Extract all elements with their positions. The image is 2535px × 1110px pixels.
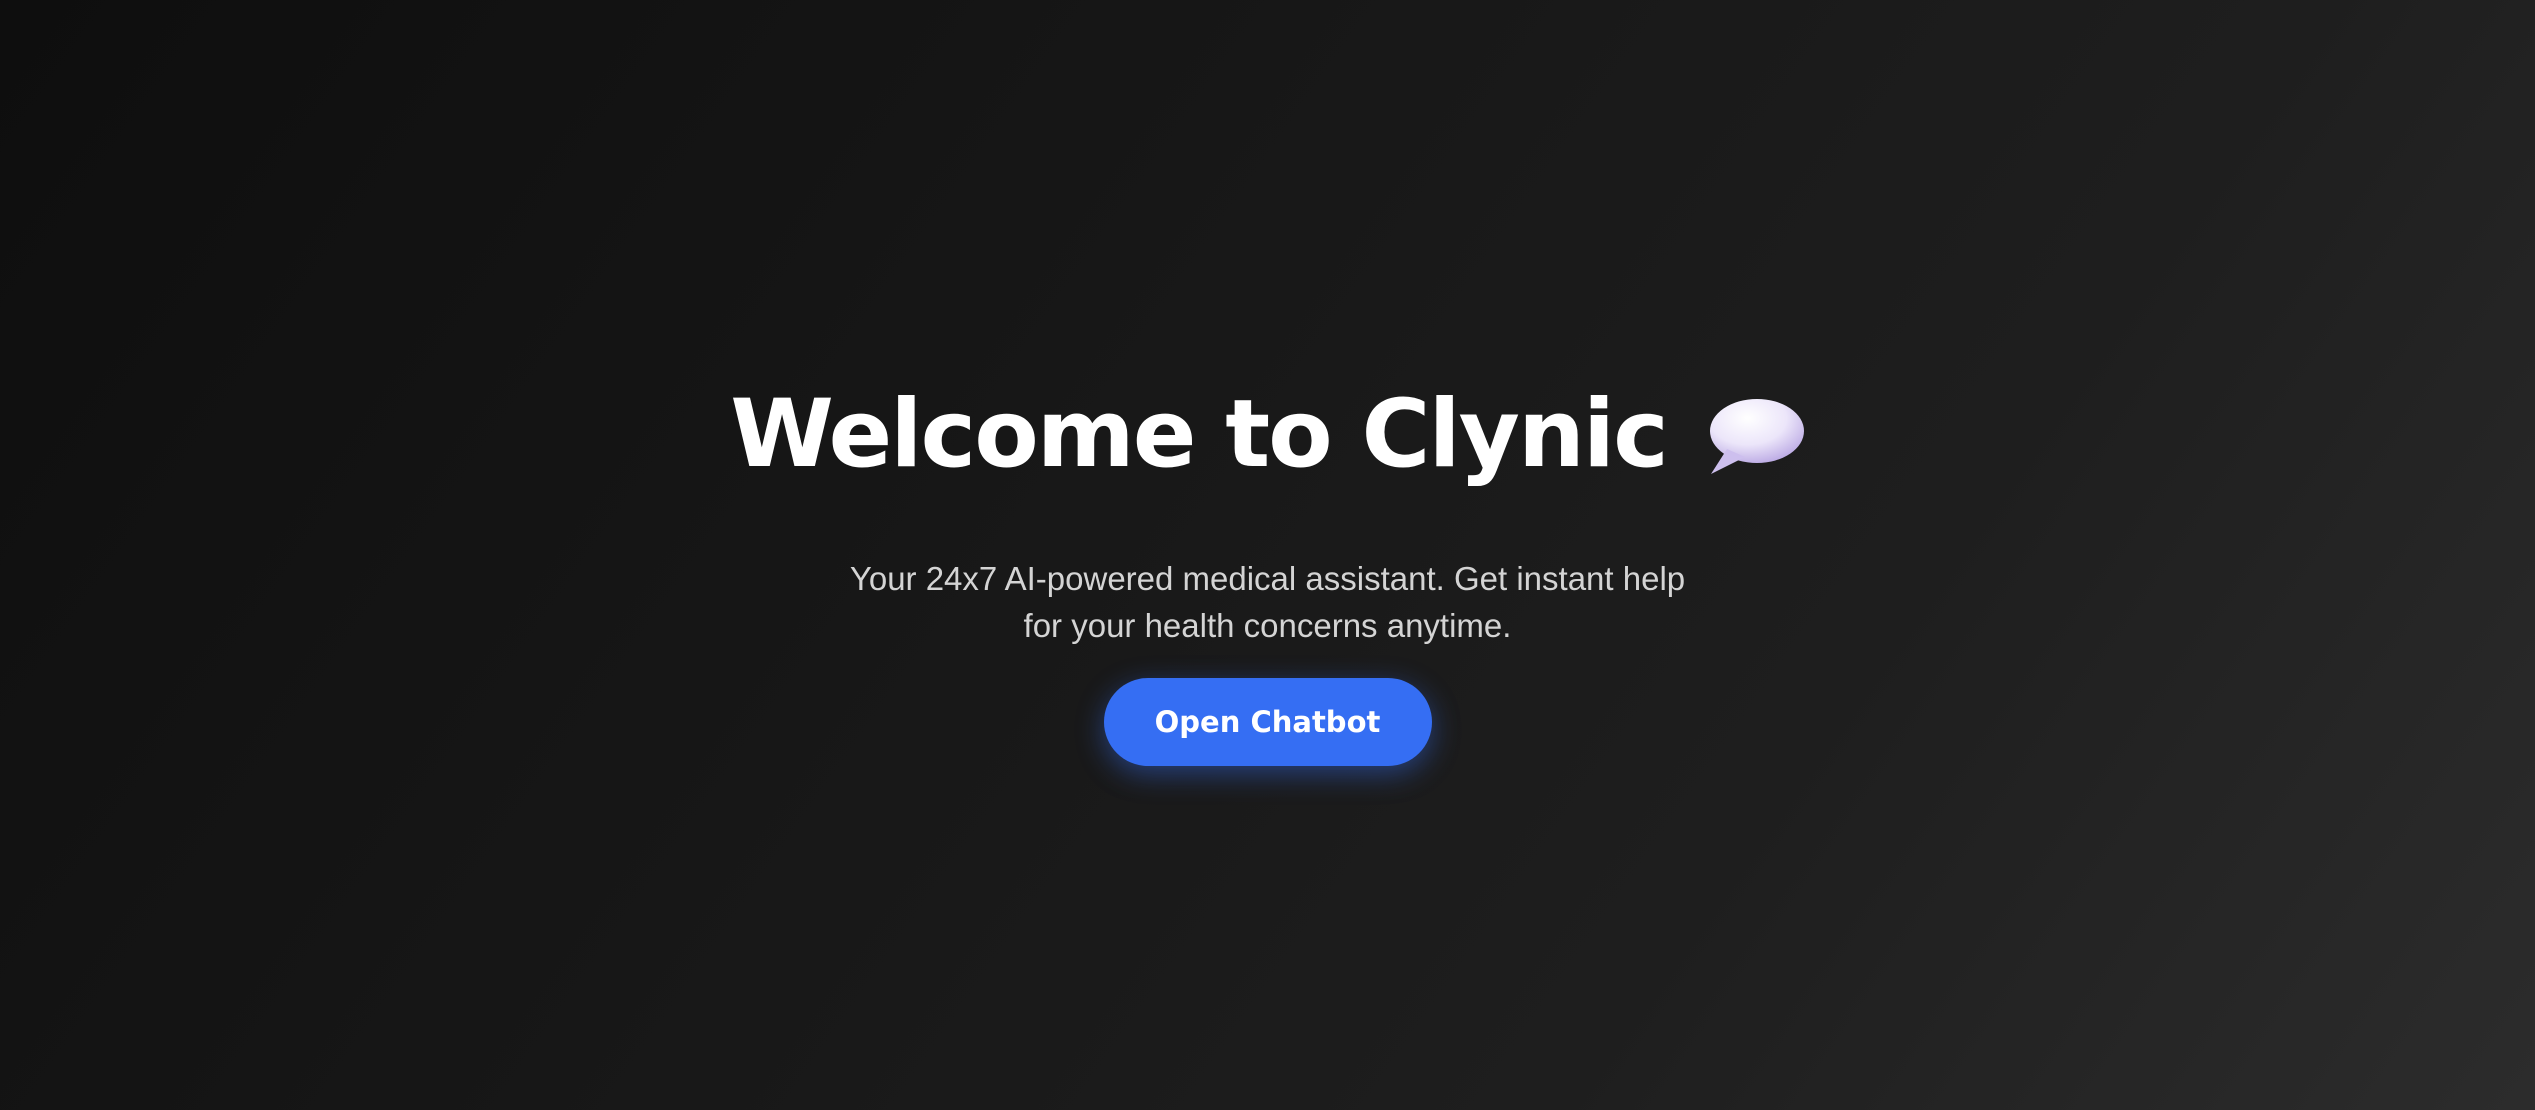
- title-row: Welcome to Clynic: [0, 370, 2535, 500]
- page-title: Welcome to Clynic: [730, 380, 1669, 489]
- cta-container: Open Chatbot: [0, 678, 2535, 766]
- open-chatbot-button[interactable]: Open Chatbot: [1103, 678, 1432, 766]
- subtitle: Your 24x7 AI-powered medical assistant. …: [0, 555, 2535, 649]
- subtitle-line-1: Your 24x7 AI-powered medical assistant. …: [849, 560, 1686, 597]
- subtitle-line-2: for your health concerns anytime.: [1023, 607, 1512, 644]
- speech-bubble-icon: [1705, 397, 1805, 477]
- hero-section: Welcome to Clynic Your 24x7 AI-powered m…: [0, 0, 2535, 1110]
